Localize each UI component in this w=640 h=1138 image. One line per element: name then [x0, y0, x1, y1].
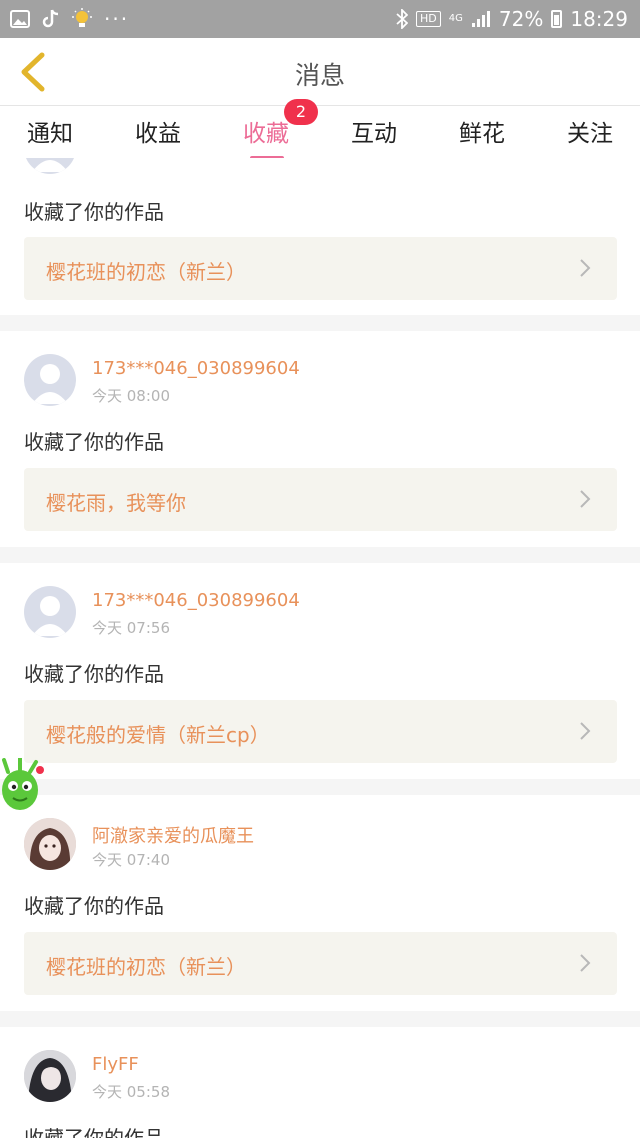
bluetooth-icon	[396, 9, 409, 29]
chevron-right-icon	[580, 722, 591, 740]
timestamp: 今天 05:58	[92, 1083, 170, 1101]
chevron-right-icon	[580, 490, 591, 508]
username[interactable]: 173***046_030899604	[92, 590, 300, 611]
avatar[interactable]	[24, 354, 76, 406]
username[interactable]: 173***046_030899604	[92, 358, 300, 379]
list-item: 阿澈家亲爱的瓜魔王 今天 07:40 收藏了你的作品 樱花班的初恋（新兰）	[0, 795, 640, 1011]
more-dots-icon: ···	[104, 7, 130, 31]
action-text: 收藏了你的作品	[24, 1126, 164, 1138]
tab-following[interactable]: 关注	[550, 114, 630, 154]
work-link[interactable]: 樱花雨，我等你	[24, 468, 617, 531]
avatar[interactable]	[24, 1050, 76, 1102]
work-title: 樱花班的初恋（新兰）	[46, 260, 246, 284]
avatar[interactable]	[24, 586, 76, 638]
work-title: 樱花雨，我等你	[46, 491, 186, 515]
tab-notifications[interactable]: 通知	[10, 114, 90, 154]
network-type: 4G	[448, 13, 463, 24]
timestamp: 今天 07:56	[92, 619, 170, 637]
list-item: 173***046_030899604 今天 08:00 收藏了你的作品 樱花雨…	[0, 331, 640, 547]
divider	[0, 1011, 640, 1027]
tab-bar: 通知 收益 收藏 2 互动 鲜花 关注	[0, 99, 640, 160]
list-item: FlyFF 今天 05:58 收藏了你的作品	[0, 1027, 640, 1138]
chevron-right-icon	[580, 259, 591, 277]
gallery-icon	[10, 10, 30, 28]
page-title: 消息	[294, 61, 345, 90]
work-link[interactable]: 樱花班的初恋（新兰）	[24, 237, 617, 300]
username[interactable]: FlyFF	[92, 1054, 139, 1075]
tab-earnings[interactable]: 收益	[118, 114, 198, 154]
bulb-icon	[72, 8, 92, 30]
action-text: 收藏了你的作品	[24, 894, 164, 918]
chevron-right-icon	[580, 954, 591, 972]
action-text: 收藏了你的作品	[24, 430, 164, 454]
battery-icon	[551, 10, 563, 28]
clock: 18:29	[570, 7, 628, 31]
tiktok-icon	[42, 9, 60, 29]
work-title: 樱花般的爱情（新兰cp）	[46, 723, 270, 747]
tab-interactions[interactable]: 互动	[334, 114, 414, 154]
floating-mascot-icon[interactable]	[0, 756, 48, 814]
timestamp: 今天 07:40	[92, 851, 170, 869]
timestamp: 今天 08:00	[92, 387, 170, 405]
work-link[interactable]: 樱花般的爱情（新兰cp）	[24, 700, 617, 763]
action-text: 收藏了你的作品	[24, 200, 164, 224]
hd-indicator: HD	[416, 11, 441, 27]
list-item: 收藏了你的作品 樱花班的初恋（新兰）	[0, 158, 640, 315]
avatar[interactable]	[24, 818, 76, 870]
work-title: 樱花班的初恋（新兰）	[46, 955, 246, 979]
tab-flowers[interactable]: 鲜花	[442, 114, 522, 154]
divider	[0, 315, 640, 331]
list-item: 173***046_030899604 今天 07:56 收藏了你的作品 樱花般…	[0, 563, 640, 779]
divider	[0, 547, 640, 563]
work-link[interactable]: 樱花班的初恋（新兰）	[24, 932, 617, 995]
unread-badge: 2	[284, 99, 318, 125]
message-feed[interactable]: 收藏了你的作品 樱花班的初恋（新兰） 173***046_030899604 今…	[0, 158, 640, 1138]
app-header: 消息	[0, 38, 640, 106]
battery-percent: 72%	[498, 7, 544, 31]
divider	[0, 779, 640, 795]
status-bar: ··· HD 4G 72% 18:29	[0, 0, 640, 38]
username[interactable]: 阿澈家亲爱的瓜魔王	[92, 822, 254, 848]
signal-icon	[471, 10, 491, 28]
avatar[interactable]	[24, 158, 76, 174]
action-text: 收藏了你的作品	[24, 662, 164, 686]
